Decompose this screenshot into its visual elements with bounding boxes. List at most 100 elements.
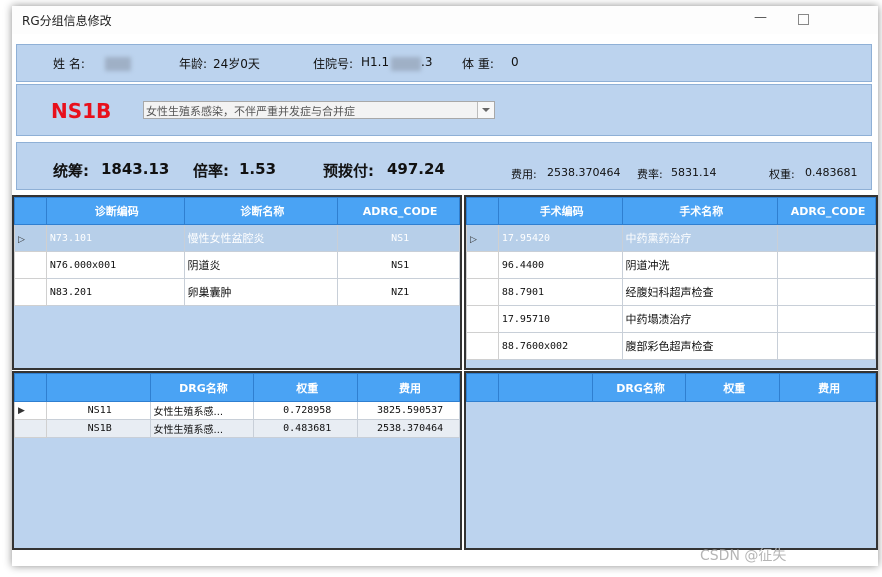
drg-code-cell[interactable]: NS11 (45, 401, 151, 420)
table-row[interactable]: 88.7901 经腹妇科超声检查 (466, 278, 876, 306)
surgery-adrg-cell[interactable] (777, 251, 876, 279)
row-indicator[interactable]: ▷ (466, 224, 499, 252)
surgery-code-cell[interactable]: 88.7600x002 (497, 332, 623, 360)
table-row[interactable]: NS1B 女性生殖系感... 0.483681 2538.370464 (14, 419, 460, 438)
drg-select-panel: NS1B 女性生殖系感染，不伴严重并发症与合并症 (16, 84, 872, 136)
diagnosis-header-code[interactable]: 诊断编码 (45, 197, 185, 225)
current-row-icon: ▶ (18, 406, 25, 416)
surgery-header-code[interactable]: 手术编码 (497, 197, 623, 225)
diagnosis-header-name[interactable]: 诊断名称 (183, 197, 339, 225)
row-indicator[interactable] (466, 305, 499, 333)
table-row[interactable]: ▶ NS11 女性生殖系感... 0.728958 3825.590537 (14, 401, 460, 420)
diagnosis-name-cell[interactable]: 慢性女性盆腔炎 (183, 224, 339, 252)
window-title: RG分组信息修改 (22, 14, 112, 28)
row-indicator[interactable] (14, 278, 47, 306)
surgery-name-cell[interactable]: 经腹妇科超声检查 (621, 278, 779, 306)
drg-combobox[interactable]: 女性生殖系感染，不伴严重并发症与合并症 (143, 101, 495, 119)
surgery-code-cell[interactable]: 96.4400 (497, 251, 623, 279)
surgery-name-cell[interactable]: 中药熏药治疗 (621, 224, 779, 252)
surgery-adrg-cell[interactable] (777, 224, 876, 252)
inpatient-label: 住院号: (313, 57, 354, 71)
cost-label: 费用: (511, 168, 537, 181)
drg-weight-cell[interactable]: 0.728958 (253, 401, 359, 420)
drg2-header-name[interactable]: DRG名称 (591, 373, 687, 402)
table-row[interactable]: N83.201 卵巢囊肿 NZ1 (14, 278, 460, 306)
weight-sum-value: 0.483681 (805, 166, 858, 179)
row-indicator[interactable] (14, 419, 47, 438)
drg-weight-cell[interactable]: 0.483681 (253, 419, 359, 438)
table-row[interactable]: 17.95710 中药塌渍治疗 (466, 305, 876, 333)
drg-header-code[interactable] (45, 373, 151, 402)
surgery-code-cell[interactable]: 88.7901 (497, 278, 623, 306)
surgery-adrg-cell[interactable] (777, 305, 876, 333)
surgery-code-cell[interactable]: 17.95420 (497, 224, 623, 252)
drg-code-cell[interactable]: NS1B (45, 419, 151, 438)
surgery-header-adrg[interactable]: ADRG_CODE (777, 197, 876, 225)
surgery-adrg-cell[interactable] (777, 332, 876, 360)
surgery-adrg-cell[interactable] (777, 278, 876, 306)
diagnosis-code-cell[interactable]: N83.201 (45, 278, 185, 306)
row-indicator[interactable]: ▶ (14, 401, 47, 420)
name-label: 姓 名: (53, 57, 85, 71)
prepay-value: 497.24 (387, 160, 445, 178)
diagnosis-name-cell[interactable]: 卵巢囊肿 (183, 278, 339, 306)
drg-list-grid-2[interactable]: DRG名称 权重 费用 (464, 371, 878, 550)
surgery-name-cell[interactable]: 腹部彩色超声检查 (621, 332, 779, 360)
diagnosis-header-indicator (14, 197, 47, 225)
drg-header-indicator (14, 373, 47, 402)
drg-cost-cell[interactable]: 2538.370464 (357, 419, 460, 438)
diagnosis-header-adrg[interactable]: ADRG_CODE (337, 197, 460, 225)
pooling-value: 1843.13 (101, 160, 170, 178)
table-row[interactable]: N76.000x001 阴道炎 NS1 (14, 251, 460, 279)
maximize-button[interactable] (798, 14, 809, 25)
drg-header-name[interactable]: DRG名称 (149, 373, 255, 402)
drg2-header-weight[interactable]: 权重 (685, 373, 781, 402)
age-value: 24岁0天 (213, 57, 260, 71)
age-label: 年龄: (179, 57, 208, 71)
rate-label: 费率: (637, 168, 663, 181)
drg2-header-code[interactable] (497, 373, 593, 402)
current-row-icon: ▷ (18, 234, 25, 245)
name-redacted (105, 57, 131, 71)
drg-list-grid[interactable]: DRG名称 权重 费用 ▶ NS11 女性生殖系感... 0.728958 38… (12, 371, 462, 550)
diagnosis-adrg-cell[interactable]: NS1 (337, 251, 460, 279)
weight-label: 体 重: (462, 57, 494, 71)
diagnosis-code-cell[interactable]: N73.101 (45, 224, 185, 252)
surgery-name-cell[interactable]: 阴道冲洗 (621, 251, 779, 279)
table-row[interactable]: ▷ 17.95420 中药熏药治疗 (466, 224, 876, 252)
row-indicator[interactable] (466, 332, 499, 360)
chevron-down-icon[interactable] (477, 102, 494, 118)
drg-header-weight[interactable]: 权重 (253, 373, 359, 402)
drg-combobox-value: 女性生殖系感染，不伴严重并发症与合并症 (146, 105, 355, 118)
surgery-header-name[interactable]: 手术名称 (621, 197, 779, 225)
surgery-header-indicator (466, 197, 499, 225)
surgery-name-cell[interactable]: 中药塌渍治疗 (621, 305, 779, 333)
watermark: CSDN @征失 (700, 548, 787, 564)
surgery-code-cell[interactable]: 17.95710 (497, 305, 623, 333)
row-indicator[interactable] (466, 251, 499, 279)
row-indicator[interactable]: ▷ (14, 224, 47, 252)
diagnosis-grid[interactable]: 诊断编码 诊断名称 ADRG_CODE ▷ N73.101 慢性女性盆腔炎 NS… (12, 195, 462, 370)
diagnosis-adrg-cell[interactable]: NS1 (337, 224, 460, 252)
diagnosis-code-cell[interactable]: N76.000x001 (45, 251, 185, 279)
drg2-header-cost[interactable]: 费用 (779, 373, 876, 402)
surgery-grid[interactable]: 手术编码 手术名称 ADRG_CODE ▷ 17.95420 中药熏药治疗 96… (464, 195, 878, 370)
drg2-header-indicator (466, 373, 499, 402)
diagnosis-adrg-cell[interactable]: NZ1 (337, 278, 460, 306)
ratio-label: 倍率: (193, 162, 229, 180)
inpatient-suffix: .3 (421, 55, 433, 69)
table-row[interactable]: 96.4400 阴道冲洗 (466, 251, 876, 279)
diagnosis-name-cell[interactable]: 阴道炎 (183, 251, 339, 279)
weight-sum-label: 权重: (769, 168, 795, 181)
drg-header-cost[interactable]: 费用 (357, 373, 460, 402)
table-row[interactable]: ▷ N73.101 慢性女性盆腔炎 NS1 (14, 224, 460, 252)
row-indicator[interactable] (14, 251, 47, 279)
weight-value: 0 (511, 55, 519, 69)
minimize-button[interactable]: — (754, 10, 767, 25)
table-row[interactable]: 88.7600x002 腹部彩色超声检查 (466, 332, 876, 360)
drg-name-cell[interactable]: 女性生殖系感... (149, 419, 255, 438)
drg-name-cell[interactable]: 女性生殖系感... (149, 401, 255, 420)
row-indicator[interactable] (466, 278, 499, 306)
prepay-label: 预拨付: (323, 162, 374, 180)
drg-cost-cell[interactable]: 3825.590537 (357, 401, 460, 420)
